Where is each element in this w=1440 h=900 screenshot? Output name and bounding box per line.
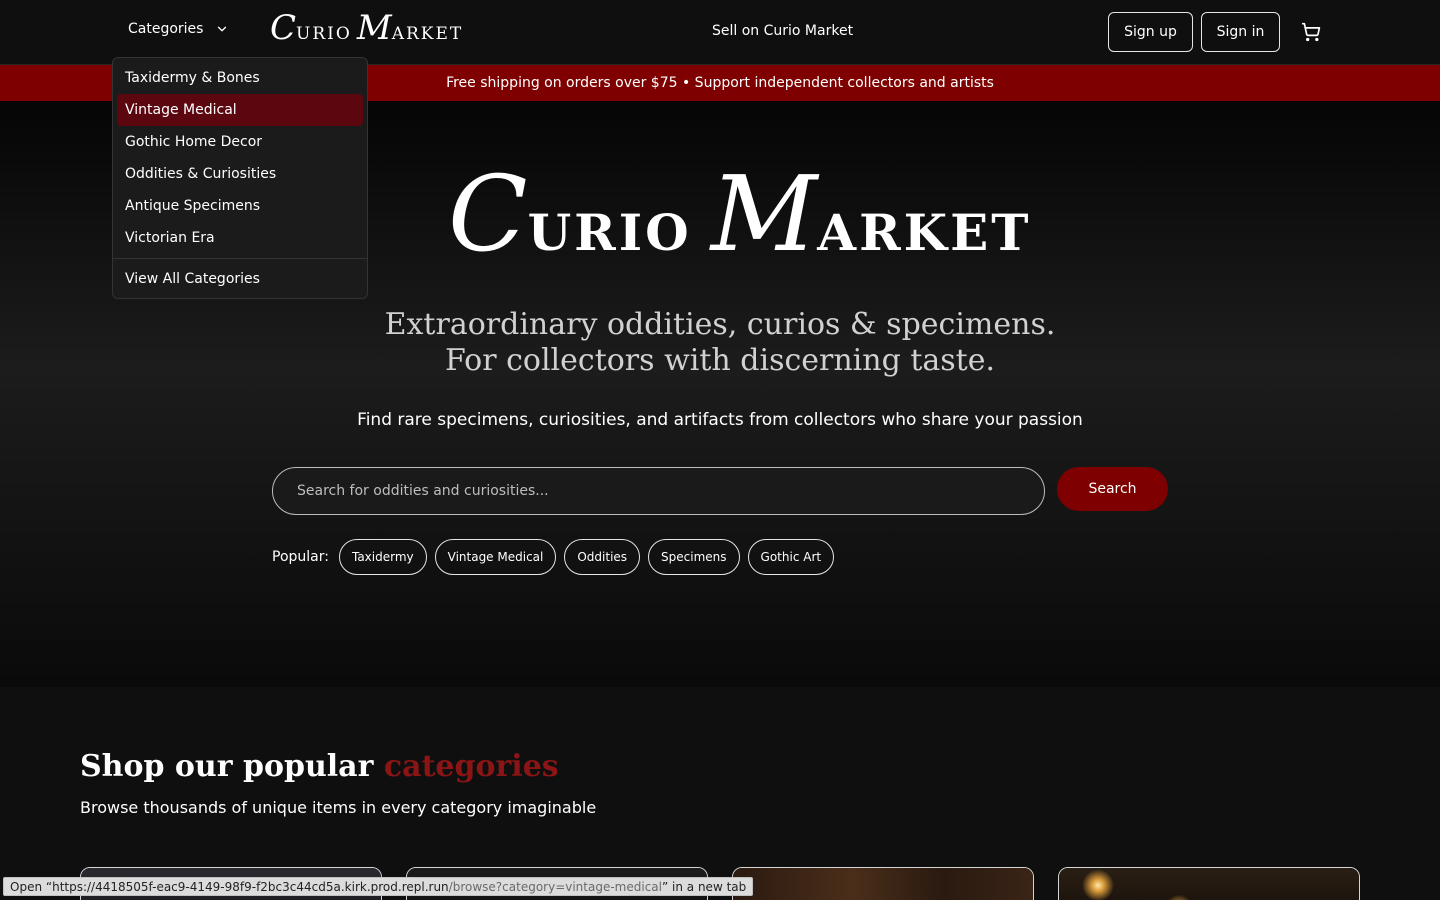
status-suffix: ” in a new tab	[662, 879, 747, 894]
hero-tagline: For collectors with discerning taste.	[444, 343, 996, 378]
tag-chip[interactable]: Gothic Art	[747, 539, 835, 575]
status-url: Open “https://4418505f-eac9-4149-98f9-f2…	[10, 879, 449, 894]
sell-link[interactable]: Sell on Curio Market	[712, 23, 853, 39]
logo-letter: C	[448, 153, 528, 275]
popular-tags: Popular: Taxidermy Vintage Medical Oddit…	[272, 539, 835, 575]
link-status-bar: Open “https://4418505f-eac9-4149-98f9-f2…	[3, 877, 754, 896]
categories-label: Categories	[128, 21, 204, 37]
category-image	[733, 868, 1033, 900]
category-image	[1059, 868, 1359, 900]
cart-icon[interactable]	[1300, 22, 1322, 42]
tag-chip[interactable]: Taxidermy	[338, 539, 427, 575]
sign-up-button[interactable]: Sign up	[1108, 12, 1193, 52]
section-title-accent: categories	[383, 749, 559, 784]
logo[interactable]: CURIO MARKET	[270, 8, 463, 48]
dropdown-item-antique-specimens[interactable]: Antique Specimens	[117, 190, 363, 222]
section-title-main: Shop our popular	[80, 749, 374, 784]
dropdown-item-vintage-medical[interactable]: Vintage Medical	[117, 94, 363, 126]
tag-chip[interactable]: Specimens	[648, 539, 740, 575]
tag-chip[interactable]: Oddities	[564, 539, 641, 575]
category-card[interactable]	[1058, 867, 1360, 900]
dropdown-item-oddities[interactable]: Oddities & Curiosities	[117, 158, 363, 190]
status-path: /browse?category=vintage-medical	[448, 879, 662, 894]
chevron-down-icon	[218, 26, 227, 32]
popular-label: Popular:	[272, 549, 329, 565]
popular-categories-section: Shop our popular categories Browse thous…	[0, 687, 1440, 900]
hero-logo: CURIO MARKET	[448, 153, 1031, 275]
category-card[interactable]	[732, 867, 1034, 900]
logo-letter: C	[270, 8, 297, 48]
logo-text: URIO	[296, 24, 352, 44]
logo-text: ARKET	[817, 203, 1032, 262]
search-input[interactable]	[272, 467, 1045, 515]
dropdown-item-taxidermy[interactable]: Taxidermy & Bones	[117, 62, 363, 94]
tag-chip[interactable]: Vintage Medical	[434, 539, 557, 575]
section-subtitle: Browse thousands of unique items in ever…	[80, 798, 597, 817]
categories-button[interactable]: Categories	[128, 21, 229, 37]
dropdown-item-victorian[interactable]: Victorian Era	[117, 222, 363, 254]
view-all-categories[interactable]: View All Categories	[117, 263, 363, 295]
dropdown-divider	[113, 258, 367, 259]
categories-dropdown: Taxidermy & Bones Vintage Medical Gothic…	[112, 57, 368, 299]
section-title: Shop our popular categories	[80, 749, 559, 784]
hero-subtitle: Find rare specimens, curiosities, and ar…	[357, 410, 1083, 430]
hero-tagline: Extraordinary oddities, curios & specime…	[384, 307, 1056, 342]
top-nav: Categories CURIO MARKET Sell on Curio Ma…	[0, 0, 1440, 65]
logo-letter: M	[710, 153, 818, 275]
logo-letter: M	[356, 8, 392, 48]
sign-in-button[interactable]: Sign in	[1201, 12, 1280, 52]
dropdown-item-gothic-decor[interactable]: Gothic Home Decor	[117, 126, 363, 158]
promo-text: Free shipping on orders over $75 • Suppo…	[446, 75, 994, 91]
logo-text: ARKET	[391, 24, 464, 44]
search-button[interactable]: Search	[1057, 467, 1168, 511]
logo-text: URIO	[527, 203, 692, 262]
